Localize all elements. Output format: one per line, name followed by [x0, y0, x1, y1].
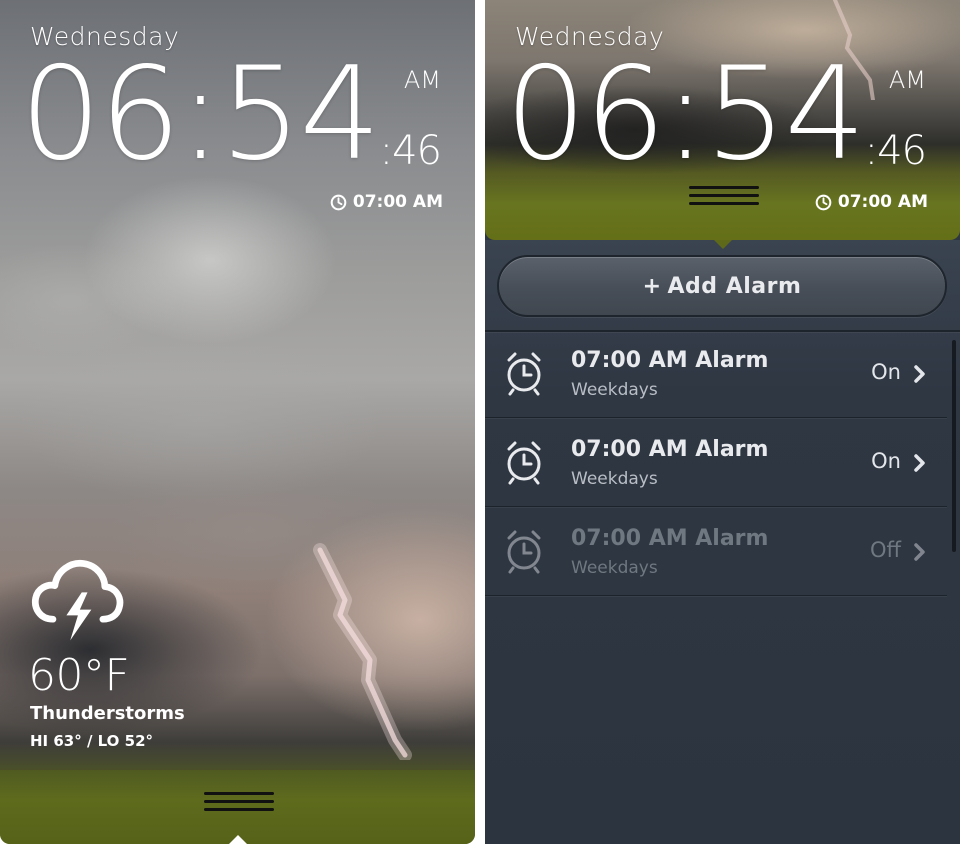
hamburger-icon — [203, 792, 274, 816]
plus-icon: + — [642, 273, 662, 299]
add-alarm-label: Add Alarm — [667, 273, 802, 299]
alarm-state: Off — [870, 538, 901, 562]
temperature: 60°F — [28, 650, 130, 701]
alarm-repeat: Weekdays — [571, 380, 658, 400]
chevron-right-icon — [914, 454, 925, 472]
current-time: 06:54 — [20, 40, 381, 189]
alarm-list-panel: + Add Alarm 07:00 AM Alarm Weekdays On 0… — [485, 240, 960, 844]
alarm-row[interactable]: 07:00 AM Alarm Weekdays On — [485, 330, 947, 418]
alarm-repeat: Weekdays — [571, 469, 658, 489]
alarm-title: 07:00 AM Alarm — [571, 526, 769, 551]
clock-header: Wednesday 06:54 AM :46 07:00 AM — [485, 0, 960, 240]
next-alarm-time: 07:00 AM — [352, 192, 443, 212]
lightning-decoration — [313, 543, 412, 760]
weather-condition: Thunderstorms — [30, 703, 185, 724]
alarm-clock-icon — [330, 194, 347, 210]
alarm-clock-icon — [507, 530, 541, 574]
ampm-label: AM — [888, 66, 926, 94]
alarm-clock-icon — [507, 441, 541, 485]
handle-notch — [713, 240, 732, 249]
alarm-repeat: Weekdays — [571, 558, 658, 578]
scrollbar[interactable] — [952, 340, 956, 552]
next-alarm-indicator: 07:00 AM — [815, 192, 928, 212]
hamburger-icon[interactable] — [688, 186, 759, 210]
alarm-state: On — [871, 449, 901, 473]
alarm-title: 07:00 AM Alarm — [571, 348, 769, 373]
current-time: 06:54 — [505, 40, 866, 189]
alarm-list-screen: Wednesday 06:54 AM :46 07:00 AM + Add Al… — [485, 0, 960, 844]
alarm-row[interactable]: 07:00 AM Alarm Weekdays On — [485, 419, 947, 507]
handle-notch — [228, 835, 247, 844]
clock-screen: Wednesday 06:54 AM :46 07:00 AM 60°F Thu… — [0, 0, 475, 844]
drawer-handle[interactable] — [0, 770, 475, 844]
chevron-right-icon — [914, 543, 925, 561]
alarm-clock-icon — [507, 352, 541, 396]
alarm-clock-icon — [815, 194, 832, 210]
add-alarm-button[interactable]: + Add Alarm — [497, 255, 947, 317]
alarm-title: 07:00 AM Alarm — [571, 437, 769, 462]
hi-lo-temperature: HI 63° / LO 52° — [30, 732, 154, 750]
next-alarm-indicator: 07:00 AM — [330, 192, 443, 212]
ampm-label: AM — [403, 66, 441, 94]
alarm-state: On — [871, 360, 901, 384]
chevron-right-icon — [914, 365, 925, 383]
seconds-label: :46 — [864, 128, 927, 174]
alarm-row[interactable]: 07:00 AM Alarm Weekdays Off — [485, 508, 947, 596]
thunderstorm-cloud-icon — [31, 559, 124, 641]
seconds-label: :46 — [379, 128, 442, 174]
next-alarm-time: 07:00 AM — [837, 192, 928, 212]
